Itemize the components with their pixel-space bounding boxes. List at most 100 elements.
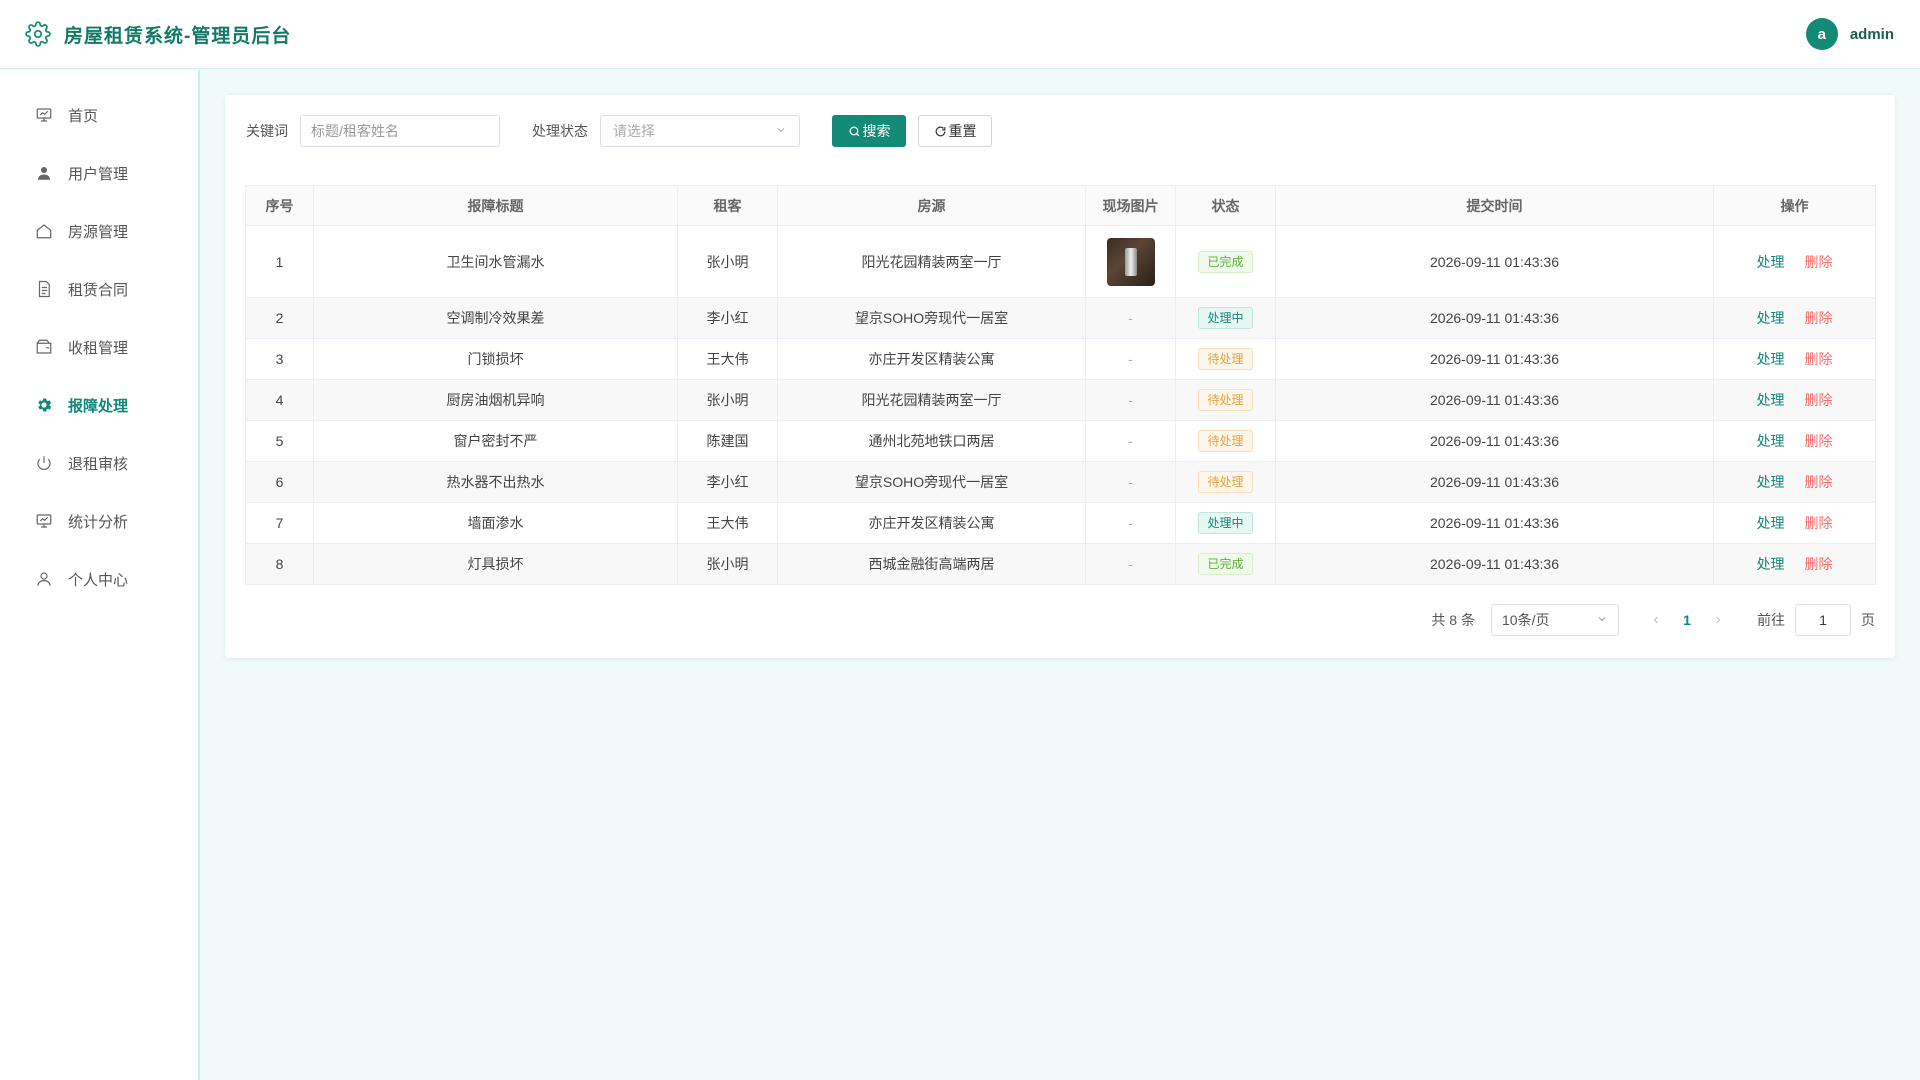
cell-tenant: 张小明 (677, 543, 778, 585)
cell-status: 待处理 (1175, 379, 1276, 421)
goto-page-input[interactable]: 1 (1795, 604, 1851, 636)
cell-title: 窗户密封不严 (313, 420, 678, 462)
cell-actions: 处理 删除 (1713, 338, 1876, 380)
sidebar-item-profile[interactable]: 个人中心 (0, 550, 198, 608)
chart-board-icon (34, 511, 54, 531)
top-header: 房屋租赁系统-管理员后台 a admin (0, 0, 1920, 69)
delete-link[interactable]: 删除 (1805, 431, 1833, 451)
chevron-down-icon (775, 123, 787, 139)
handle-link[interactable]: 处理 (1757, 472, 1785, 492)
sidebar-item-label: 报障处理 (68, 397, 129, 415)
sidebar-item-houses[interactable]: 房源管理 (0, 202, 198, 260)
delete-link[interactable]: 删除 (1805, 472, 1833, 492)
site-photo-thumbnail[interactable] (1106, 237, 1155, 286)
column-header: 现场图片 (1085, 185, 1176, 226)
delete-link[interactable]: 删除 (1805, 554, 1833, 574)
filter-bar: 关键词 标题/租客姓名 处理状态 请选择 搜索 重置 (246, 115, 992, 147)
cell-tenant: 陈建国 (677, 420, 778, 462)
cell-time: 2026-09-11 01:43:36 (1275, 461, 1714, 503)
sidebar-item-label: 个人中心 (68, 571, 129, 589)
cell-actions: 处理 删除 (1713, 461, 1876, 503)
cell-no: 1 (245, 225, 314, 298)
sidebar-item-label: 退租审核 (68, 455, 129, 473)
cell-no: 6 (245, 461, 314, 503)
cell-no: 4 (245, 379, 314, 421)
cell-actions: 处理 删除 (1713, 420, 1876, 462)
sidebar-item-rent[interactable]: 收租管理 (0, 318, 198, 376)
user-icon (34, 569, 54, 589)
cell-actions: 处理 删除 (1713, 297, 1876, 339)
cell-image: - (1085, 502, 1176, 544)
user-filled-icon (34, 163, 54, 183)
cell-status: 处理中 (1175, 297, 1276, 339)
table-row: 3 门锁损坏 王大伟 亦庄开发区精装公寓 - 待处理 2026-09-11 01… (245, 338, 1876, 380)
page-number-current[interactable]: 1 (1671, 612, 1703, 628)
cell-actions: 处理 删除 (1713, 502, 1876, 544)
sidebar-item-stats[interactable]: 统计分析 (0, 492, 198, 550)
cell-title: 门锁损坏 (313, 338, 678, 380)
app-title: 房屋租赁系统-管理员后台 (64, 25, 292, 47)
delete-link[interactable]: 删除 (1805, 252, 1833, 272)
cell-house: 望京SOHO旁现代一居室 (777, 297, 1086, 339)
reset-button-label: 重置 (948, 123, 977, 139)
search-button[interactable]: 搜索 (832, 115, 906, 147)
user-menu[interactable]: a admin (1805, 18, 1894, 50)
cell-status: 待处理 (1175, 461, 1276, 503)
status-select[interactable]: 请选择 (600, 115, 800, 147)
status-select-placeholder: 请选择 (613, 123, 655, 139)
cell-image: - (1085, 543, 1176, 585)
page-unit-label: 页 (1861, 612, 1875, 628)
handle-link[interactable]: 处理 (1757, 308, 1785, 328)
brand: 房屋租赁系统-管理员后台 (24, 20, 291, 48)
cell-no: 5 (245, 420, 314, 462)
sidebar-item-label: 首页 (68, 107, 99, 125)
handle-link[interactable]: 处理 (1757, 554, 1785, 574)
handle-link[interactable]: 处理 (1757, 252, 1785, 272)
sidebar-item-label: 用户管理 (68, 165, 129, 183)
table-row: 6 热水器不出热水 李小红 望京SOHO旁现代一居室 - 待处理 2026-09… (245, 461, 1876, 503)
sidebar-item-checkout[interactable]: 退租审核 (0, 434, 198, 492)
sidebar: 首页 用户管理 房源管理 租赁合同 收租管理 报障处理 退租审核 统计分析 个人… (0, 70, 200, 1080)
sidebar-item-home[interactable]: 首页 (0, 86, 198, 144)
delete-link[interactable]: 删除 (1805, 513, 1833, 533)
keyword-input[interactable]: 标题/租客姓名 (300, 115, 500, 147)
cell-actions: 处理 删除 (1713, 225, 1876, 298)
pagination: 共 8 条 10条/页 1 前往 1 页 (1431, 604, 1875, 636)
sidebar-item-label: 租赁合同 (68, 281, 129, 299)
cell-title: 厨房油烟机异响 (313, 379, 678, 421)
cell-image (1085, 225, 1176, 298)
status-badge: 待处理 (1198, 471, 1253, 493)
cell-status: 处理中 (1175, 502, 1276, 544)
delete-link[interactable]: 删除 (1805, 349, 1833, 369)
cell-tenant: 李小红 (677, 297, 778, 339)
handle-link[interactable]: 处理 (1757, 431, 1785, 451)
delete-link[interactable]: 删除 (1805, 308, 1833, 328)
handle-link[interactable]: 处理 (1757, 390, 1785, 410)
prev-page-button[interactable] (1641, 614, 1671, 626)
delete-link[interactable]: 删除 (1805, 390, 1833, 410)
cell-house: 阳光花园精装两室一厅 (777, 379, 1086, 421)
next-page-button[interactable] (1703, 614, 1733, 626)
cell-image: - (1085, 461, 1176, 503)
reset-button[interactable]: 重置 (918, 115, 992, 147)
table-row: 2 空调制冷效果差 李小红 望京SOHO旁现代一居室 - 处理中 2026-09… (245, 297, 1876, 339)
avatar[interactable]: a (1805, 18, 1838, 50)
cell-image: - (1085, 297, 1176, 339)
sidebar-item-users[interactable]: 用户管理 (0, 144, 198, 202)
handle-link[interactable]: 处理 (1757, 349, 1785, 369)
handle-link[interactable]: 处理 (1757, 513, 1785, 533)
status-badge: 处理中 (1198, 512, 1253, 534)
cell-no: 7 (245, 502, 314, 544)
cell-title: 墙面渗水 (313, 502, 678, 544)
cell-time: 2026-09-11 01:43:36 (1275, 543, 1714, 585)
sidebar-item-contracts[interactable]: 租赁合同 (0, 260, 198, 318)
repair-list-card: 关键词 标题/租客姓名 处理状态 请选择 搜索 重置 序号 报障标题 租客 房源… (225, 95, 1895, 658)
cell-actions: 处理 删除 (1713, 543, 1876, 585)
status-badge: 待处理 (1198, 348, 1253, 370)
cell-time: 2026-09-11 01:43:36 (1275, 297, 1714, 339)
username[interactable]: admin (1850, 26, 1894, 43)
goto-label: 前往 (1757, 612, 1785, 628)
column-header: 报障标题 (313, 185, 678, 226)
sidebar-item-repairs[interactable]: 报障处理 (0, 376, 198, 434)
page-size-select[interactable]: 10条/页 (1491, 604, 1619, 636)
